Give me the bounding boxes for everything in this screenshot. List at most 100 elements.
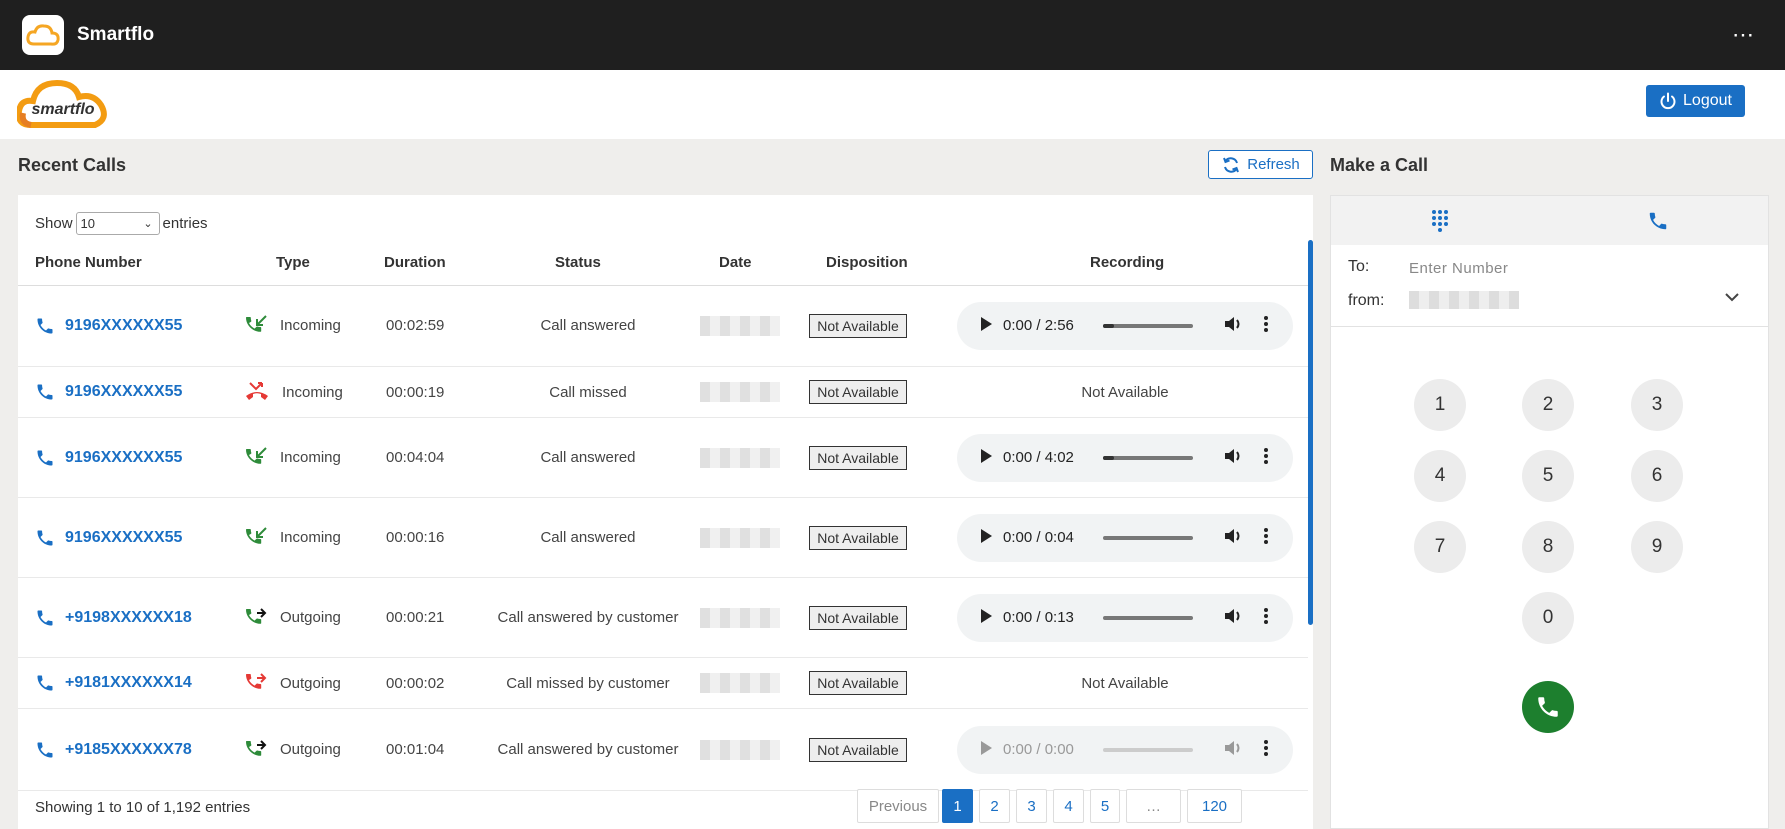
phone-number: 9196XXXXXX55 [65,316,183,334]
table-scrollbar[interactable] [1308,240,1313,625]
column-header-type[interactable]: Type [276,254,310,271]
audio-seek-bar[interactable] [1103,323,1193,328]
dial-key-0[interactable]: 0 [1522,592,1574,644]
play-icon[interactable] [979,608,993,628]
phone-number-link[interactable]: +9181XXXXXX14 [35,658,192,708]
show-entries-control: Show 10 ⌄ entries [35,212,208,235]
audio-seek-bar[interactable] [1103,455,1193,460]
disposition-cell: Not Available [798,578,918,657]
volume-icon[interactable] [1223,607,1243,629]
pagination-4[interactable]: 4 [1053,789,1084,823]
phone-icon [37,530,53,545]
disposition-cell: Not Available [798,367,918,417]
tab-dialpad[interactable] [1331,196,1549,245]
phone-icon [37,450,53,465]
phone-number-link[interactable]: +9198XXXXXX18 [35,578,192,657]
audio-seek-bar[interactable] [1103,535,1193,540]
phone-number-link[interactable]: 9196XXXXXX55 [35,285,182,366]
audio-progress [1103,323,1114,328]
dial-key-8[interactable]: 8 [1522,521,1574,573]
volume-icon[interactable] [1223,315,1243,337]
play-icon[interactable] [979,316,993,336]
to-number-input[interactable] [1409,256,1709,280]
phone-number-link[interactable]: +9185XXXXXX78 [35,709,192,790]
dial-key-7[interactable]: 7 [1414,521,1466,573]
pagination-previous[interactable]: Previous [857,789,939,823]
pagination-2[interactable]: 2 [979,789,1010,823]
call-duration: 00:04:04 [386,449,445,466]
volume-icon[interactable] [1223,447,1243,469]
outgoing-call-icon [246,607,267,624]
audio-seek-bar[interactable] [1103,747,1193,752]
more-vertical-icon[interactable] [1263,607,1269,629]
call-date [695,367,785,417]
pagination-1[interactable]: 1 [942,789,973,823]
pagination-5[interactable]: 5 [1090,789,1120,823]
from-select-chevron-icon[interactable] [1723,288,1741,311]
call-date [695,418,785,497]
phone-number-link[interactable]: 9196XXXXXX55 [35,418,182,497]
dial-tabs [1331,196,1768,245]
dial-key-3[interactable]: 3 [1631,379,1683,431]
play-icon[interactable] [979,740,993,760]
column-header-status[interactable]: Status [555,254,601,271]
more-vertical-icon[interactable] [1263,527,1269,549]
disposition-badge[interactable]: Not Available [809,380,907,404]
recording-cell: 0:00 / 0:00 [957,709,1293,790]
dial-key-1[interactable]: 1 [1414,379,1466,431]
call-type: Outgoing [244,658,341,708]
outgoing-call-icon [246,739,267,756]
audio-player[interactable]: 0:00 / 4:02 [957,433,1293,482]
app-logo [22,15,64,55]
more-vertical-icon[interactable] [1263,315,1269,337]
disposition-badge[interactable]: Not Available [809,671,907,695]
blurred-date [700,527,780,548]
disposition-badge[interactable]: Not Available [809,313,907,338]
more-vertical-icon[interactable] [1263,447,1269,469]
more-options-icon[interactable]: ⋯ [1732,22,1755,48]
volume-icon[interactable] [1223,739,1243,761]
audio-player[interactable]: 0:00 / 2:56 [957,301,1293,350]
recording-cell: Not Available [957,658,1293,708]
column-header-disposition[interactable]: Disposition [826,254,908,271]
pagination-120[interactable]: 120 [1187,789,1242,823]
logout-button[interactable]: Logout [1646,85,1745,117]
disposition-badge[interactable]: Not Available [809,737,907,762]
play-icon[interactable] [979,528,993,548]
call-type-label: Outgoing [280,674,341,692]
dial-key-6[interactable]: 6 [1631,450,1683,502]
refresh-button[interactable]: Refresh [1208,150,1313,179]
tab-phone[interactable] [1549,196,1767,245]
dial-key-5[interactable]: 5 [1522,450,1574,502]
smartflo-logo: smartflo [17,79,107,128]
dial-key-2[interactable]: 2 [1522,379,1574,431]
play-icon[interactable] [979,448,993,468]
column-header-date[interactable]: Date [719,254,752,271]
disposition-badge[interactable]: Not Available [809,605,907,630]
call-duration: 00:00:19 [386,383,445,401]
dial-key-4[interactable]: 4 [1414,450,1466,502]
audio-progress [1103,455,1114,460]
disposition-badge[interactable]: Not Available [809,525,907,550]
audio-player[interactable]: 0:00 / 0:13 [957,593,1293,642]
audio-seek-bar[interactable] [1103,615,1193,620]
dialpad-icon [1432,209,1448,232]
volume-icon[interactable] [1223,527,1243,549]
phone-number-link[interactable]: 9196XXXXXX55 [35,498,182,577]
recording-cell: 0:00 / 0:04 [957,498,1293,577]
audio-player[interactable]: 0:00 / 0:00 [957,725,1293,774]
recent-calls-table-panel: Show 10 ⌄ entries Phone Number Type Dura… [18,195,1313,829]
page-size-select[interactable]: 10 ⌄ [75,212,160,235]
audio-player[interactable]: 0:00 / 0:04 [957,513,1293,562]
disposition-badge[interactable]: Not Available [809,445,907,470]
column-header-duration[interactable]: Duration [384,254,446,271]
dial-call-button[interactable] [1522,681,1574,733]
call-status: Call answered [540,449,636,466]
column-header-recording[interactable]: Recording [1090,254,1164,271]
dial-divider [1331,326,1768,327]
dial-key-9[interactable]: 9 [1631,521,1683,573]
phone-number-link[interactable]: 9196XXXXXX55 [35,367,182,417]
more-vertical-icon[interactable] [1263,739,1269,761]
column-header-phone[interactable]: Phone Number [35,254,142,271]
pagination-3[interactable]: 3 [1016,789,1047,823]
